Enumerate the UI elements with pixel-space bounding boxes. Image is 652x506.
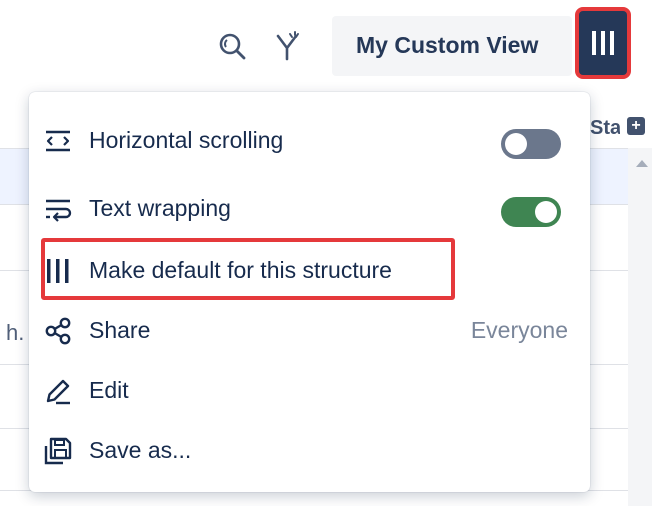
horizontal-scroll-icon: [46, 130, 70, 152]
save-as-icon: [44, 437, 72, 465]
view-selector-button[interactable]: My Custom View: [332, 16, 572, 76]
menu-item-label: Horizontal scrolling: [89, 127, 284, 153]
menu-item-text-wrapping[interactable]: Text wrapping: [29, 180, 590, 236]
pencil-icon: [46, 379, 70, 405]
search-button[interactable]: [214, 28, 254, 68]
vertical-scrollbar[interactable]: [628, 148, 652, 506]
search-icon: [219, 33, 246, 60]
menu-item-label: Save as...: [89, 437, 192, 463]
menu-item-label: Edit: [89, 377, 129, 403]
menu-item-edit[interactable]: Edit: [29, 362, 590, 418]
menu-item-share[interactable]: Share Everyone: [29, 302, 590, 358]
menu-item-make-default[interactable]: Make default for this structure: [29, 242, 590, 298]
menu-item-save-as[interactable]: Save as...: [29, 422, 590, 478]
columns-icon: [592, 31, 614, 55]
filter-button[interactable]: [268, 28, 308, 68]
menu-item-label: Share: [89, 317, 151, 343]
horizontal-scrolling-toggle[interactable]: [501, 129, 561, 159]
table-cell-text: h.: [6, 320, 25, 345]
share-icon: [45, 317, 71, 345]
text-wrap-icon: [46, 199, 72, 222]
share-audience-value: Everyone: [470, 317, 568, 343]
view-name: My Custom View: [356, 32, 539, 58]
columns-icon: [47, 259, 69, 283]
menu-item-label: Make default for this structure: [89, 257, 392, 283]
text-wrapping-toggle[interactable]: [501, 197, 561, 227]
plus-icon: +: [631, 117, 641, 134]
scroll-up-arrow-icon[interactable]: [636, 160, 648, 167]
column-header-status[interactable]: Stat: [590, 117, 620, 140]
menu-item-horizontal-scrolling[interactable]: Horizontal scrolling: [29, 112, 590, 168]
add-column-button[interactable]: +: [627, 117, 645, 135]
menu-item-label: Text wrapping: [89, 195, 231, 221]
filter-icon: [276, 31, 299, 61]
view-options-menu: Horizontal scrolling Text wrapping Make …: [29, 92, 590, 492]
view-options-button[interactable]: [579, 11, 627, 75]
